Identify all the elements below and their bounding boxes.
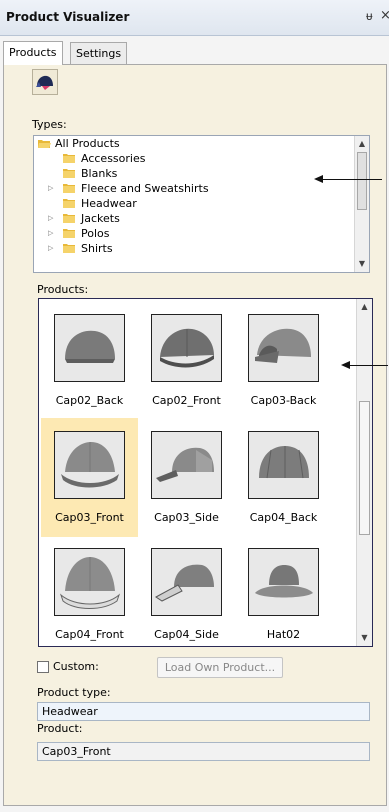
folder-icon bbox=[63, 244, 75, 253]
cap-visualizer-icon bbox=[36, 75, 53, 90]
product-tile-cap04-side[interactable]: Cap04_Side bbox=[138, 535, 235, 646]
expand-arrow-icon[interactable]: ▷ bbox=[48, 181, 53, 196]
product-label: Product: bbox=[37, 722, 83, 735]
expand-arrow-icon[interactable]: ▷ bbox=[48, 211, 53, 226]
product-name: Cap03_Front bbox=[55, 511, 124, 524]
tab-settings[interactable]: Settings bbox=[70, 42, 128, 64]
product-tile-cap02-back[interactable]: Cap02_Back bbox=[41, 301, 138, 420]
tree-item-label: Blanks bbox=[81, 167, 118, 180]
product-name: Cap02_Front bbox=[152, 394, 221, 407]
product-name: Cap04_Side bbox=[154, 628, 219, 641]
tree-item-label: Accessories bbox=[81, 152, 146, 165]
callout-arrow-line bbox=[348, 365, 388, 366]
product-name: Cap02_Back bbox=[55, 394, 124, 407]
products-grid[interactable]: Cap02_Back Cap02_Front Cap03-Back Cap03_… bbox=[38, 298, 373, 647]
types-scrollbar[interactable]: ▲ ▼ bbox=[354, 136, 369, 272]
product-name: Cap03_Side bbox=[154, 511, 219, 524]
product-name: Cap04_Back bbox=[249, 511, 318, 524]
cap-side-icon bbox=[155, 564, 214, 602]
product-tile-hat02[interactable]: Hat02 bbox=[235, 535, 332, 646]
product-name: Cap03-Back bbox=[250, 394, 317, 407]
bucket-hat-icon bbox=[255, 565, 313, 598]
scroll-down-icon[interactable]: ▼ bbox=[357, 630, 372, 646]
product-thumbnail bbox=[54, 314, 125, 382]
cap-back-icon bbox=[65, 330, 115, 363]
types-tree[interactable]: All Products Accessories Blanks ▷ Fleece… bbox=[33, 135, 370, 273]
product-thumbnail bbox=[248, 314, 319, 382]
pin-icon[interactable]: ᵾ bbox=[366, 9, 373, 23]
product-type-label: Product type: bbox=[37, 686, 111, 699]
product-tile-cap03-front[interactable]: Cap03_Front bbox=[41, 418, 138, 537]
product-thumbnail bbox=[151, 314, 222, 382]
product-tile-cap02-front[interactable]: Cap02_Front bbox=[138, 301, 235, 420]
visualizer-tool-button[interactable] bbox=[32, 69, 58, 95]
product-thumbnail bbox=[151, 431, 222, 499]
scroll-up-icon[interactable]: ▲ bbox=[357, 299, 372, 315]
tree-item-label: All Products bbox=[55, 137, 120, 150]
folder-icon bbox=[63, 169, 75, 178]
custom-label: Custom: bbox=[53, 660, 99, 673]
custom-checkbox[interactable] bbox=[37, 661, 49, 673]
callout-arrow-head bbox=[341, 361, 350, 369]
tree-item-label: Shirts bbox=[81, 242, 113, 255]
window-title: Product Visualizer bbox=[6, 10, 130, 24]
product-thumbnail bbox=[248, 548, 319, 616]
types-label: Types: bbox=[32, 118, 67, 131]
cap-mesh-back-icon bbox=[255, 328, 311, 363]
cap-back-icon bbox=[259, 446, 309, 479]
callout-arrow-line bbox=[320, 179, 382, 180]
callout-arrow-head bbox=[314, 175, 323, 183]
product-tile-cap03-side[interactable]: Cap03_Side bbox=[138, 418, 235, 537]
tab-products-label: Products bbox=[9, 46, 57, 59]
folder-icon bbox=[63, 214, 75, 223]
cap-side-icon bbox=[156, 447, 214, 482]
folder-icon bbox=[63, 154, 75, 163]
cap-front-icon bbox=[61, 442, 119, 488]
product-thumbnail bbox=[248, 431, 319, 499]
tree-item-label: Polos bbox=[81, 227, 110, 240]
scroll-up-icon[interactable]: ▲ bbox=[355, 136, 369, 152]
product-name: Hat02 bbox=[266, 628, 301, 641]
product-name: Cap04_Front bbox=[55, 628, 124, 641]
load-own-product-button[interactable]: Load Own Product... bbox=[157, 657, 283, 678]
cap-front-icon bbox=[59, 557, 121, 609]
scroll-thumb[interactable] bbox=[359, 401, 370, 535]
close-icon[interactable]: × bbox=[380, 8, 389, 23]
folder-open-icon bbox=[38, 140, 51, 148]
product-thumbnail bbox=[54, 548, 125, 616]
scroll-down-icon[interactable]: ▼ bbox=[355, 256, 369, 272]
product-type-field[interactable]: Headwear bbox=[37, 702, 370, 721]
product-thumbnail bbox=[151, 548, 222, 616]
product-thumbnail bbox=[54, 431, 125, 499]
product-tile-cap04-front[interactable]: Cap04_Front bbox=[41, 535, 138, 646]
tree-item-label: Headwear bbox=[81, 197, 137, 210]
tab-products[interactable]: Products bbox=[3, 41, 63, 65]
tree-item-label: Jackets bbox=[81, 212, 120, 225]
products-label: Products: bbox=[37, 283, 89, 296]
folder-icon bbox=[63, 199, 75, 208]
product-field[interactable]: Cap03_Front bbox=[37, 742, 370, 761]
tree-item-label: Fleece and Sweatshirts bbox=[81, 182, 209, 195]
expand-arrow-icon[interactable]: ▷ bbox=[48, 241, 53, 256]
title-bar: Product Visualizer ᵾ × bbox=[0, 0, 389, 36]
folder-icon bbox=[63, 184, 75, 193]
cap-front-icon bbox=[160, 328, 214, 368]
products-scrollbar[interactable]: ▲ ▼ bbox=[356, 299, 372, 646]
product-tile-cap03-back[interactable]: Cap03-Back bbox=[235, 301, 332, 420]
tab-settings-label: Settings bbox=[76, 47, 122, 60]
product-tile-cap04-back[interactable]: Cap04_Back bbox=[235, 418, 332, 537]
scroll-thumb[interactable] bbox=[357, 152, 367, 210]
folder-icon bbox=[63, 229, 75, 238]
expand-arrow-icon[interactable]: ▷ bbox=[48, 226, 53, 241]
